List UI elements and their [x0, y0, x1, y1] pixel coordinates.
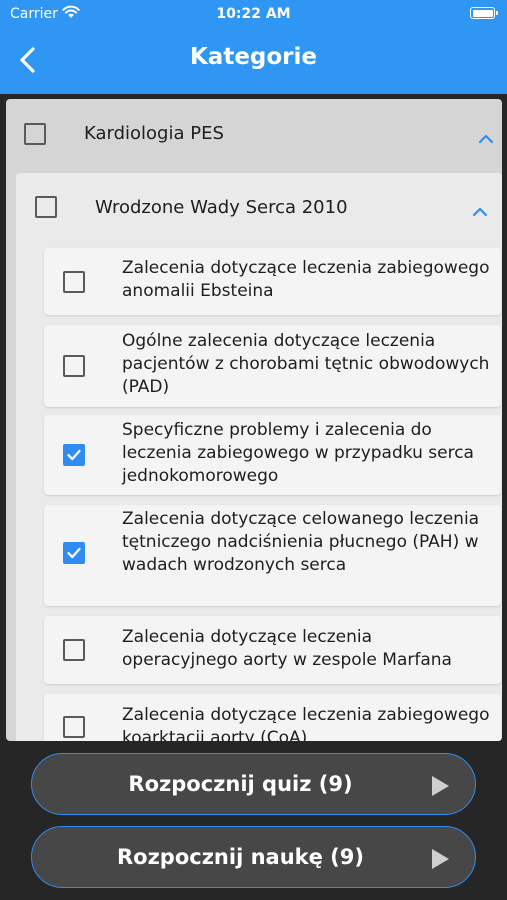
item-label: Zalecenia dotyczące leczenia operacyjneg…	[122, 627, 452, 670]
category-label: Kardiologia PES	[84, 123, 224, 144]
start-quiz-button[interactable]: Rozpocznij quiz (9)	[31, 753, 476, 815]
list-item[interactable]: Zalecenia dotyczące celowanego leczenia …	[44, 505, 501, 606]
list-item[interactable]: Zalecenia dotyczące leczenia zabiegowego…	[44, 694, 501, 741]
battery-icon	[470, 7, 498, 19]
play-icon	[432, 776, 449, 796]
list-item[interactable]: Zalecenia dotyczące leczenia zabiegowego…	[44, 248, 501, 315]
category-row-kardiologia[interactable]: Kardiologia PES	[6, 99, 502, 171]
clock: 10:22 AM	[216, 6, 291, 22]
item-label: Zalecenia dotyczące celowanego leczenia …	[122, 509, 480, 575]
subcategory-panel: Wrodzone Wady Serca 2010 Zalecenia dotyc…	[16, 173, 502, 741]
category-checkbox[interactable]	[24, 123, 46, 145]
item-checkbox-checked[interactable]	[63, 542, 85, 564]
action-bar: Rozpocznij quiz (9) Rozpocznij naukę (9)	[0, 741, 507, 900]
chevron-up-icon[interactable]	[472, 202, 488, 217]
play-icon	[432, 849, 449, 869]
list-item[interactable]: Ogólne zalecenia dotyczące leczenia pacj…	[44, 325, 501, 407]
start-quiz-label: Rozpocznij quiz (9)	[128, 772, 353, 796]
page-title: Kategorie	[189, 44, 318, 70]
status-bar: Carrier 10:22 AM	[0, 5, 507, 25]
item-checkbox[interactable]	[63, 355, 85, 377]
chevron-up-icon[interactable]	[478, 129, 494, 144]
navigation-header: Carrier 10:22 AM Kategorie	[0, 0, 507, 94]
item-label: Ogólne zalecenia dotyczące leczenia pacj…	[122, 331, 490, 397]
category-list[interactable]: Kardiologia PES Wrodzone Wady Serca 2010…	[6, 99, 502, 741]
item-label: Zalecenia dotyczące leczenia zabiegowego…	[122, 258, 490, 301]
checkmark-icon	[67, 449, 81, 461]
list-item[interactable]: Specyficzne problemy i zalecenia do lecz…	[44, 415, 501, 495]
subcategory-row-wrodzone-wady[interactable]: Wrodzone Wady Serca 2010	[16, 173, 502, 243]
item-checkbox-checked[interactable]	[63, 444, 85, 466]
start-learning-label: Rozpocznij naukę (9)	[116, 845, 364, 869]
item-label: Specyficzne problemy i zalecenia do lecz…	[122, 420, 474, 486]
item-checkbox[interactable]	[63, 639, 85, 661]
item-checkbox[interactable]	[63, 271, 85, 293]
checkmark-icon	[67, 547, 81, 559]
item-checkbox[interactable]	[63, 716, 85, 738]
list-item[interactable]: Zalecenia dotyczące leczenia operacyjneg…	[44, 616, 501, 684]
subcategory-checkbox[interactable]	[35, 196, 57, 218]
item-label: Zalecenia dotyczące leczenia zabiegowego…	[122, 705, 490, 741]
start-learning-button[interactable]: Rozpocznij naukę (9)	[31, 826, 476, 888]
subcategory-label: Wrodzone Wady Serca 2010	[95, 197, 348, 218]
